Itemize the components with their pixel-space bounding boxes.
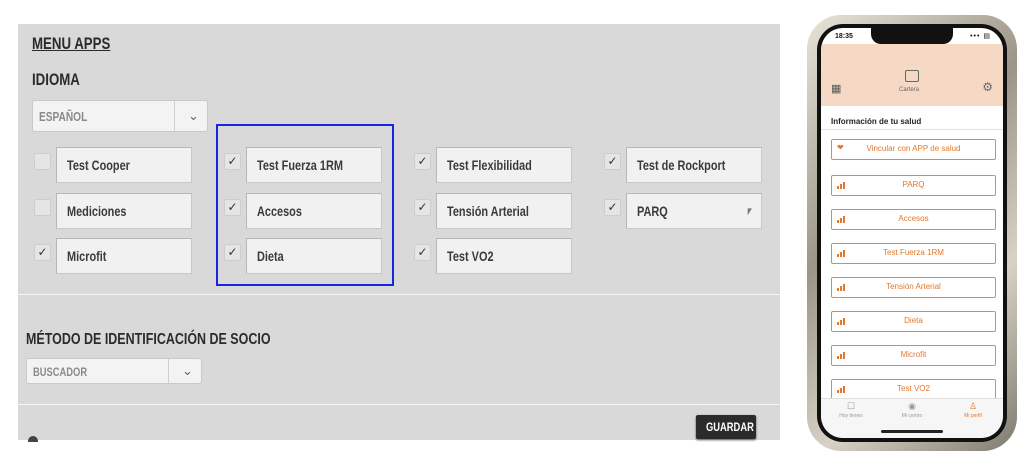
text-cursor-icon: ⎖ — [743, 202, 755, 218]
metodo-select[interactable]: BUSCADOR ⌄ — [26, 358, 202, 384]
tab-label: Hoy tienes — [839, 413, 863, 419]
app-label: Test de Rockport — [637, 157, 726, 173]
app-label: Test Flexibilidad — [447, 157, 532, 173]
highlight-box — [216, 124, 394, 286]
checkbox[interactable]: ✓ — [414, 244, 431, 261]
idioma-title: IDIOMA — [32, 70, 80, 89]
app-field: Mediciones — [56, 193, 192, 229]
gear-icon[interactable]: ⚙ — [982, 80, 993, 94]
app-option-test-vo2: ✓ Test VO2 — [414, 238, 574, 276]
checkbox[interactable]: ✓ — [604, 199, 621, 216]
language-select[interactable]: ESPAÑOL ⌄ — [32, 100, 208, 132]
section-title: Información de tu salud — [831, 117, 922, 126]
home-indicator — [881, 430, 943, 433]
app-option-test-cooper: Test Cooper — [34, 147, 194, 185]
tab-mi-centro[interactable]: ◉ Mi centro — [882, 401, 942, 419]
save-button-label: GUARDAR — [706, 420, 754, 434]
select-divider — [174, 101, 175, 131]
app-label: Mediciones — [67, 203, 127, 219]
phone-notch — [871, 28, 953, 44]
app-option-tension-arterial: ✓ Tensión Arterial — [414, 193, 574, 231]
status-time: 18:35 — [835, 33, 853, 40]
checkbox[interactable] — [34, 199, 51, 216]
chevron-down-icon[interactable]: ⌄ — [182, 363, 193, 379]
location-icon: ◉ — [908, 401, 916, 411]
app-field: Test de Rockport — [626, 147, 762, 183]
app-option-microfit: ✓ Microfit — [34, 238, 194, 276]
health-item-microfit[interactable]: Microfit — [831, 345, 996, 366]
wallet-label: Cartera — [899, 87, 920, 93]
partial-radio-icon — [28, 436, 38, 442]
phone-screen: ▦ Cartera ⚙ 18:35 ••• ▤ Información de t… — [817, 24, 1007, 442]
phone-mockup: ▦ Cartera ⚙ 18:35 ••• ▤ Información de t… — [807, 15, 1017, 451]
health-item-tension-arterial[interactable]: Tensión Arterial — [831, 277, 996, 298]
health-item-label: PARQ — [902, 180, 925, 189]
divider — [821, 129, 1003, 130]
health-item-test-fuerza-1rm[interactable]: Test Fuerza 1RM — [831, 243, 996, 264]
signal-wifi-battery-icon: ••• ▤ — [970, 33, 991, 40]
select-divider — [168, 359, 169, 383]
health-item-label: Test Fuerza 1RM — [883, 248, 944, 257]
health-item-label: Microfit — [900, 350, 927, 359]
language-value: ESPAÑOL — [39, 109, 88, 124]
app-field: Microfit — [56, 238, 192, 274]
app-label: Tensión Arterial — [447, 203, 529, 219]
tab-label: Mi centro — [901, 413, 923, 419]
tab-hoy-tienes[interactable]: ☐ Hoy tienes — [821, 401, 881, 419]
app-option-mediciones: Mediciones — [34, 193, 194, 231]
tab-label: Mi perfil — [964, 413, 982, 419]
app-field[interactable]: PARQ ⎖ — [626, 193, 762, 229]
health-item-label: Tensión Arterial — [886, 282, 941, 291]
app-option-parq: ✓ PARQ ⎖ — [604, 193, 764, 231]
app-option-test-de-rockport: ✓ Test de Rockport — [604, 147, 764, 185]
menu-apps-title: MENU APPS — [32, 34, 111, 53]
health-item-parq[interactable]: PARQ — [831, 175, 996, 196]
divider — [18, 404, 780, 405]
app-label: PARQ — [637, 203, 668, 219]
user-icon: ♙ — [968, 401, 978, 411]
calendar-icon: ☐ — [846, 401, 856, 411]
health-item-label: Test VO2 — [897, 384, 930, 393]
app-label: Microfit — [67, 248, 107, 264]
metodo-value: BUSCADOR — [33, 365, 88, 379]
health-item-vincular[interactable]: ❤ Vincular con APP de salud — [831, 139, 996, 160]
checkbox[interactable]: ✓ — [34, 244, 51, 261]
app-label: Test VO2 — [447, 248, 494, 264]
app-field: Test Flexibilidad — [436, 147, 572, 183]
health-item-label: Accesos — [898, 214, 929, 223]
app-option-test-flexibilidad: ✓ Test Flexibilidad — [414, 147, 574, 185]
app-label: Test Cooper — [67, 157, 130, 173]
checkbox[interactable] — [34, 153, 51, 170]
checkbox[interactable]: ✓ — [414, 153, 431, 170]
wallet-icon[interactable] — [905, 70, 919, 82]
chevron-down-icon[interactable]: ⌄ — [188, 108, 199, 124]
health-item-test-vo2[interactable]: Test VO2 — [831, 379, 996, 400]
qr-code-icon[interactable]: ▦ — [831, 82, 841, 95]
app-header: ▦ Cartera ⚙ — [821, 44, 1003, 106]
metodo-title: MÉTODO DE IDENTIFICACIÓN DE SOCIO — [26, 331, 271, 348]
admin-panel: MENU APPS IDIOMA ESPAÑOL ⌄ Test Cooper ✓… — [18, 24, 780, 442]
save-button[interactable]: GUARDAR — [696, 415, 756, 439]
tab-mi-perfil[interactable]: ♙ Mi perfil — [943, 401, 1003, 419]
app-field: Test Cooper — [56, 147, 192, 183]
health-item-label: Dieta — [904, 316, 923, 325]
phone-display: ▦ Cartera ⚙ 18:35 ••• ▤ Información de t… — [821, 28, 1003, 438]
health-item-label: Vincular con APP de salud — [866, 144, 961, 153]
divider — [18, 294, 780, 295]
app-field: Tensión Arterial — [436, 193, 572, 229]
health-item-dieta[interactable]: Dieta — [831, 311, 996, 332]
checkbox[interactable]: ✓ — [414, 199, 431, 216]
checkbox[interactable]: ✓ — [604, 153, 621, 170]
app-field: Test VO2 — [436, 238, 572, 274]
health-item-accesos[interactable]: Accesos — [831, 209, 996, 230]
